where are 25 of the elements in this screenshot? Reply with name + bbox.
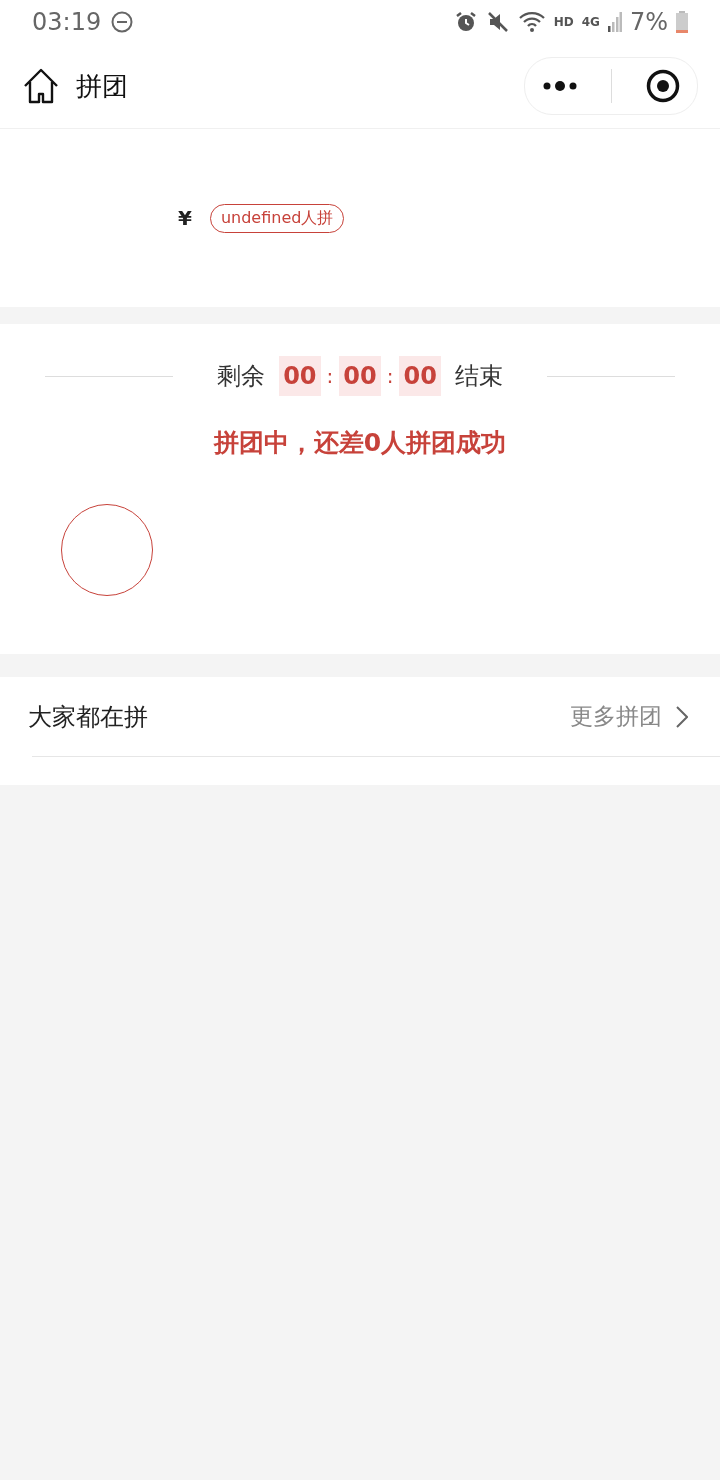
countdown-seconds: 00 [399,356,441,396]
status-time: 03:19 [32,8,102,36]
do-not-disturb-icon [111,11,134,33]
signal-icon [607,12,622,32]
network-label: HD [553,15,574,29]
more-groups-link[interactable]: 更多拼团 [570,701,688,732]
group-status-text: 拼团中，还差0人拼团成功 [213,428,507,457]
mute-icon [485,10,510,34]
chevron-right-icon [676,705,688,728]
battery-icon [676,11,688,33]
countdown-colon: : [326,364,334,388]
page-title: 拼团 [76,69,129,103]
price-currency: ¥ [178,206,192,230]
countdown-colon: : [386,364,394,388]
countdown-suffix: 结束 [454,361,503,392]
section-title: 大家都在拼 [28,701,148,733]
close-icon[interactable] [646,69,681,103]
countdown-hours: 00 [279,356,321,396]
more-icon[interactable] [541,80,578,92]
home-icon[interactable] [22,68,60,104]
cellular-label: 4G [581,15,600,29]
battery-percent: 7% [629,8,668,36]
countdown-minutes: 00 [339,356,381,396]
countdown-prefix: 剩余 [217,361,266,392]
wifi-icon [517,11,546,33]
